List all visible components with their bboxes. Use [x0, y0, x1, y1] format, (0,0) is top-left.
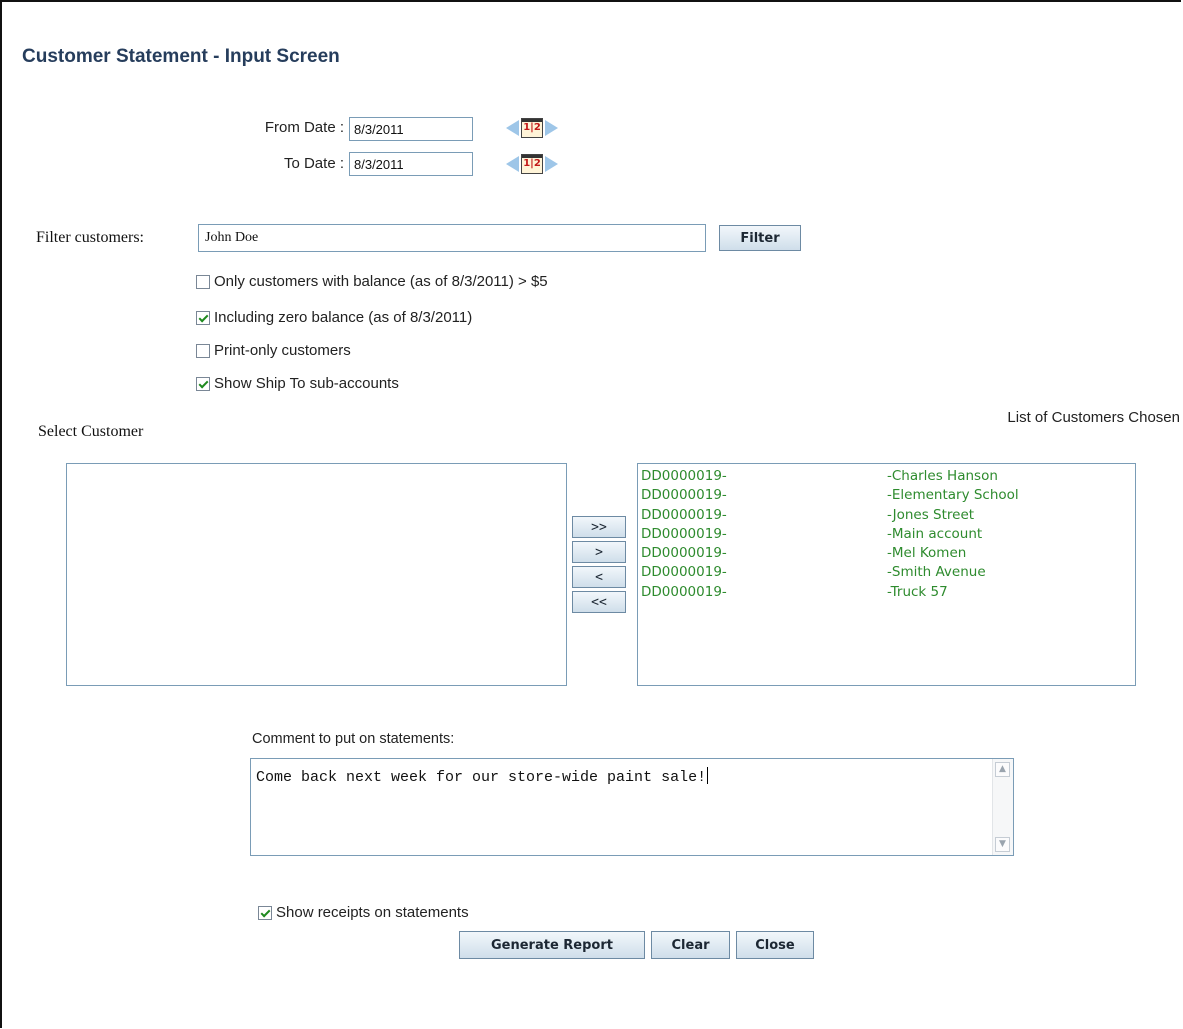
- remove-button[interactable]: <: [572, 566, 626, 588]
- list-item[interactable]: DD0000019- -Mel Komen: [641, 544, 1135, 563]
- customer-name: -Smith Avenue: [887, 564, 986, 581]
- next-arrow-icon[interactable]: [545, 120, 558, 136]
- customer-name: -Truck 57: [887, 583, 948, 600]
- list-item[interactable]: DD0000019- -Truck 57: [641, 583, 1135, 602]
- customer-code: DD0000019-: [641, 564, 727, 581]
- to-date-label: To Date :: [283, 155, 344, 172]
- add-button[interactable]: >: [572, 541, 626, 563]
- close-button[interactable]: Close: [736, 931, 814, 959]
- filter-button[interactable]: Filter: [719, 225, 801, 251]
- option-label: Print-only customers: [214, 342, 351, 359]
- customer-name: -Elementary School: [887, 487, 1019, 504]
- to-date-input[interactable]: [349, 152, 473, 176]
- option-label: Show receipts on statements: [276, 904, 469, 921]
- previous-arrow-icon[interactable]: [506, 120, 519, 136]
- option-print-only[interactable]: Print-only customers: [196, 342, 351, 359]
- chosen-customers-list[interactable]: DD0000019- -Charles Hanson DD0000019- -Ele…: [637, 463, 1136, 686]
- scroll-down-icon[interactable]: ▼: [995, 837, 1010, 852]
- list-item[interactable]: DD0000019- -Elementary School: [641, 486, 1135, 505]
- customer-name: -Jones Street: [887, 506, 975, 523]
- list-item[interactable]: DD0000019- -Smith Avenue: [641, 563, 1135, 582]
- calendar-icon[interactable]: 1|2: [521, 154, 543, 174]
- show-receipts-checkbox[interactable]: [258, 905, 272, 920]
- from-date-input[interactable]: [349, 117, 473, 141]
- clear-button[interactable]: Clear: [651, 931, 730, 959]
- previous-arrow-icon[interactable]: [506, 156, 519, 172]
- from-date-calendar-controls: 1|2: [506, 118, 558, 138]
- option-zero-balance[interactable]: Including zero balance (as of 8/3/2011): [196, 309, 472, 326]
- customer-code: DD0000019-: [641, 487, 727, 504]
- customer-code: DD0000019-: [641, 506, 727, 523]
- option-show-receipts[interactable]: Show receipts on statements: [258, 904, 469, 921]
- filter-customers-input[interactable]: [198, 224, 706, 252]
- customer-code: DD0000019-: [641, 525, 727, 542]
- balance-over-5-checkbox[interactable]: [196, 274, 210, 289]
- from-date-label: From Date :: [264, 119, 344, 136]
- select-customer-label: Select Customer: [38, 423, 144, 440]
- ship-to-sub-accounts-checkbox[interactable]: [196, 376, 210, 391]
- comment-textarea[interactable]: Come back next week for our store-wide p…: [250, 758, 1014, 856]
- option-balance-over-5[interactable]: Only customers with balance (as of 8/3/2…: [196, 273, 548, 290]
- comment-label: Comment to put on statements:: [252, 731, 455, 747]
- text-cursor: [707, 767, 709, 784]
- comment-scrollbar[interactable]: ▲ ▼: [992, 759, 1013, 855]
- list-item[interactable]: DD0000019- -Charles Hanson: [641, 467, 1135, 486]
- to-date-calendar-controls: 1|2: [506, 154, 558, 174]
- list-item[interactable]: DD0000019- -Main account: [641, 525, 1135, 544]
- customers-chosen-label: List of Customers Chosen: [1007, 409, 1180, 426]
- available-customers-list[interactable]: [66, 463, 567, 686]
- option-label: Including zero balance (as of 8/3/2011): [214, 309, 473, 326]
- zero-balance-checkbox[interactable]: [196, 310, 210, 325]
- scroll-up-icon[interactable]: ▲: [995, 762, 1010, 777]
- customer-code: DD0000019-: [641, 468, 727, 484]
- option-label: Only customers with balance (as of 8/3/2…: [214, 273, 548, 290]
- list-item[interactable]: DD0000019- -Jones Street: [641, 506, 1135, 525]
- next-arrow-icon[interactable]: [545, 156, 558, 172]
- page-title: Customer Statement - Input Screen: [22, 46, 340, 67]
- customer-name: -Main account: [887, 525, 983, 542]
- generate-report-button[interactable]: Generate Report: [459, 931, 645, 959]
- print-only-checkbox[interactable]: [196, 343, 210, 358]
- option-label: Show Ship To sub-accounts: [214, 375, 399, 392]
- remove-all-button[interactable]: <<: [572, 591, 626, 613]
- option-ship-to-sub-accounts[interactable]: Show Ship To sub-accounts: [196, 375, 399, 392]
- filter-customers-label: Filter customers:: [36, 229, 144, 246]
- customer-name: -Charles Hanson: [887, 468, 998, 484]
- comment-text: Come back next week for our store-wide p…: [256, 767, 709, 786]
- add-all-button[interactable]: >>: [572, 516, 626, 538]
- customer-code: DD0000019-: [641, 545, 727, 562]
- comment-value: Come back next week for our store-wide p…: [256, 769, 707, 786]
- customer-name: -Mel Komen: [887, 545, 967, 562]
- customer-code: DD0000019-: [641, 583, 727, 600]
- calendar-icon[interactable]: 1|2: [521, 118, 543, 138]
